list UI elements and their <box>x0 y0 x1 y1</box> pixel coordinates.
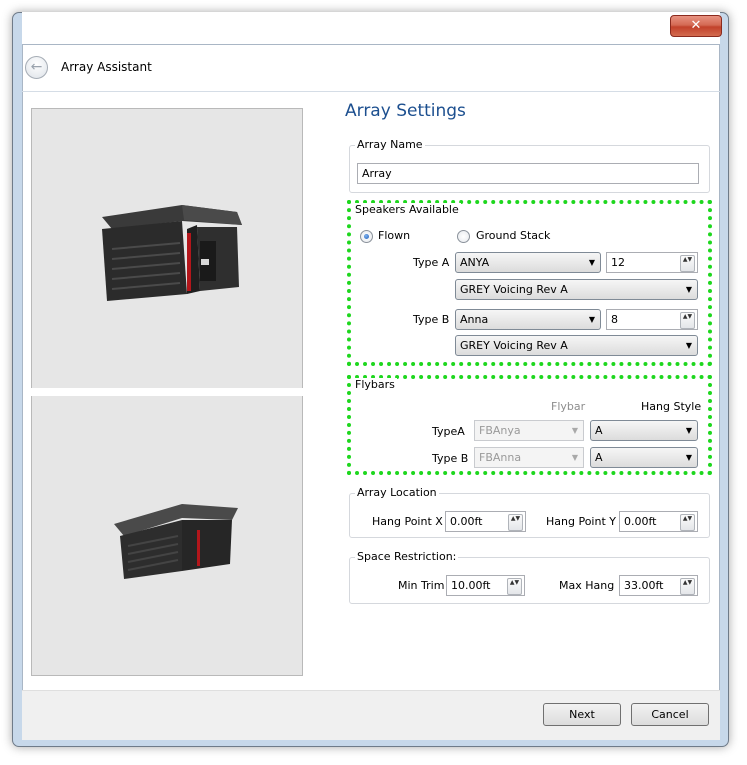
hang-point-x-stepper[interactable]: 0.00ft ▲▼ <box>445 511 526 532</box>
title-bar[interactable] <box>22 12 720 44</box>
type-b-voicing-value: GREY Voicing Rev A <box>460 339 568 352</box>
spinner-arrows-icon[interactable]: ▲▼ <box>680 312 695 329</box>
type-a-model-select[interactable]: ANYA ▼ <box>455 252 601 273</box>
chevron-down-icon[interactable]: ▼ <box>686 421 692 440</box>
array-location-label: Array Location <box>355 486 439 499</box>
flybar-type-b-label: Type B <box>432 452 469 465</box>
type-a-count-value: 12 <box>611 256 625 269</box>
type-a-voicing-value: GREY Voicing Rev A <box>460 283 568 296</box>
hang-style-type-a-value: A <box>595 424 603 437</box>
array-name-label: Array Name <box>355 138 425 151</box>
hang-style-type-b-select[interactable]: A ▼ <box>590 447 698 468</box>
settings-heading: Array Settings <box>345 101 466 121</box>
chevron-down-icon[interactable]: ▼ <box>572 448 578 467</box>
flybar-type-b-select[interactable]: FBAnna ▼ <box>474 447 584 468</box>
hang-style-type-a-select[interactable]: A ▼ <box>590 420 698 441</box>
back-arrow-icon[interactable]: ← <box>31 59 43 75</box>
chevron-down-icon[interactable]: ▼ <box>589 310 595 329</box>
close-icon[interactable]: ✕ <box>691 18 702 33</box>
dialog-title: Array Assistant <box>61 60 152 74</box>
type-b-label: Type B <box>413 313 450 326</box>
hang-point-y-value: 0.00ft <box>624 515 657 528</box>
chevron-down-icon[interactable]: ▼ <box>686 280 692 299</box>
flybar-type-b-value: FBAnna <box>479 451 522 464</box>
min-trim-stepper[interactable]: 10.00ft ▲▼ <box>446 575 525 596</box>
spinner-arrows-icon[interactable]: ▲▼ <box>680 514 695 531</box>
flown-radio-label[interactable]: Flown <box>378 229 410 242</box>
back-button[interactable]: ← <box>25 56 48 79</box>
spinner-arrows-icon[interactable]: ▲▼ <box>680 255 695 272</box>
ground-stack-radio[interactable] <box>457 230 470 243</box>
space-restriction-label: Space Restriction: <box>355 550 459 563</box>
type-a-count-stepper[interactable]: 12 ▲▼ <box>606 252 698 273</box>
speaker-preview-front <box>31 108 303 388</box>
chevron-down-icon[interactable]: ▼ <box>589 253 595 272</box>
close-button[interactable]: ✕ <box>670 15 722 37</box>
type-a-voicing-select[interactable]: GREY Voicing Rev A ▼ <box>455 279 698 300</box>
type-b-model-select[interactable]: Anna ▼ <box>455 309 601 330</box>
max-hang-stepper[interactable]: 33.00ft ▲▼ <box>619 575 698 596</box>
hang-style-type-b-value: A <box>595 451 603 464</box>
hang-point-x-label: Hang Point X <box>372 515 443 528</box>
flybar-column-header: Flybar <box>551 400 586 413</box>
hang-point-y-stepper[interactable]: 0.00ft ▲▼ <box>619 511 698 532</box>
speakers-available-label: Speakers Available <box>353 203 461 216</box>
hang-point-y-label: Hang Point Y <box>546 515 616 528</box>
chevron-down-icon[interactable]: ▼ <box>686 336 692 355</box>
spinner-arrows-icon[interactable]: ▲▼ <box>680 578 695 595</box>
speaker-array-side-render <box>114 504 238 579</box>
min-trim-label: Min Trim <box>398 579 445 592</box>
cancel-button[interactable]: Cancel <box>631 703 709 726</box>
preview-divider <box>31 388 303 396</box>
type-b-voicing-select[interactable]: GREY Voicing Rev A ▼ <box>455 335 698 356</box>
spinner-arrows-icon[interactable]: ▲▼ <box>508 514 523 531</box>
chevron-down-icon[interactable]: ▼ <box>572 421 578 440</box>
flown-radio[interactable] <box>360 230 373 243</box>
type-b-count-value: 8 <box>611 313 618 326</box>
array-name-input[interactable] <box>357 163 699 184</box>
type-a-model-value: ANYA <box>460 256 490 269</box>
type-b-model-value: Anna <box>460 313 489 326</box>
speaker-array-front-render <box>102 205 242 301</box>
flybars-label: Flybars <box>353 378 397 391</box>
max-hang-label: Max Hang <box>559 579 615 592</box>
max-hang-value: 33.00ft <box>624 579 664 592</box>
spinner-arrows-icon[interactable]: ▲▼ <box>507 578 522 595</box>
hang-point-x-value: 0.00ft <box>450 515 483 528</box>
speaker-preview-side <box>31 396 303 676</box>
hang-style-column-header: Hang Style <box>641 400 702 413</box>
flybar-type-a-label: TypeA <box>432 425 465 438</box>
type-b-count-stepper[interactable]: 8 ▲▼ <box>606 309 698 330</box>
flybar-type-a-value: FBAnya <box>479 424 521 437</box>
type-a-label: Type A <box>413 256 450 269</box>
chevron-down-icon[interactable]: ▼ <box>686 448 692 467</box>
flybar-type-a-select[interactable]: FBAnya ▼ <box>474 420 584 441</box>
next-button[interactable]: Next <box>543 703 621 726</box>
header-divider <box>22 91 720 92</box>
min-trim-value: 10.00ft <box>451 579 491 592</box>
ground-stack-radio-label[interactable]: Ground Stack <box>476 229 550 242</box>
